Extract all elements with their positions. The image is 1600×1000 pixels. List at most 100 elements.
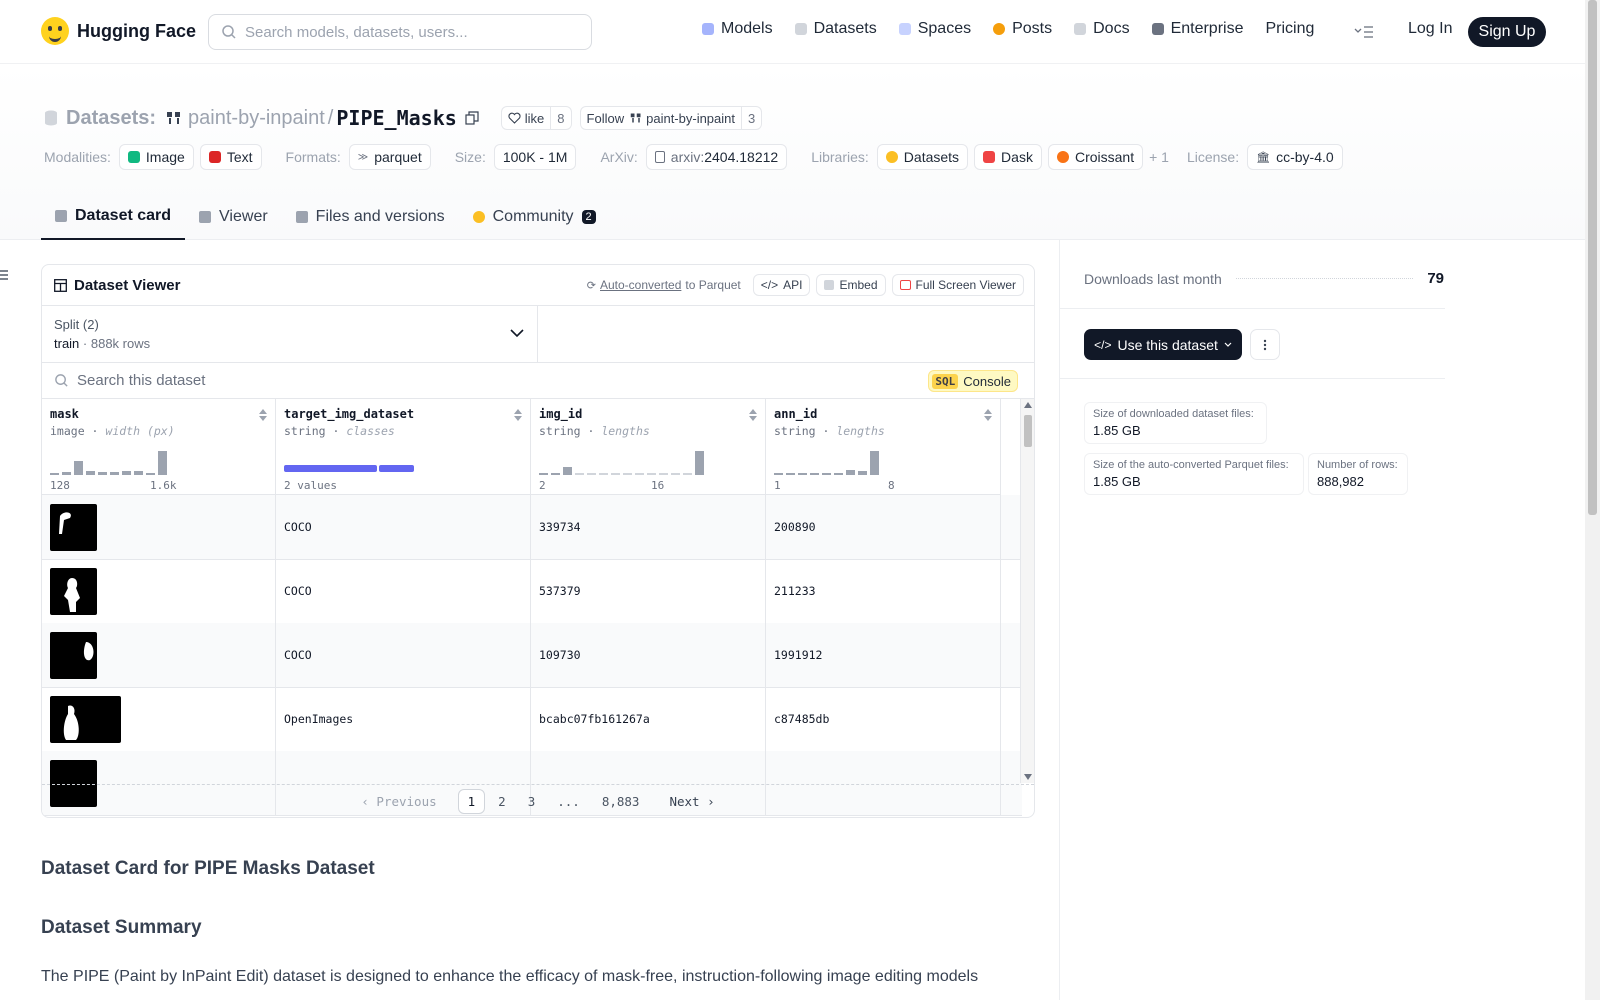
pager-next[interactable]: Next › <box>660 790 723 813</box>
nav-datasets[interactable]: Datasets <box>794 20 877 38</box>
histogram-bar[interactable] <box>50 473 59 475</box>
histogram-bar[interactable] <box>659 473 668 475</box>
sort-icon[interactable] <box>259 409 267 421</box>
histogram-bar[interactable] <box>146 473 155 475</box>
histogram-bar[interactable] <box>786 473 795 475</box>
histogram-bar[interactable] <box>122 471 131 475</box>
mask-thumbnail[interactable] <box>50 567 97 615</box>
dataset-name[interactable]: PIPE_Masks <box>336 106 456 130</box>
use-dataset-button[interactable]: </> Use this dataset <box>1084 329 1242 360</box>
split-selector[interactable]: Split (2) train · 888k rows <box>42 306 538 362</box>
cell-img-id[interactable]: bcabc07fb161267a <box>531 687 766 751</box>
histogram-bar[interactable] <box>671 473 680 475</box>
tag-lib-dask[interactable]: Dask <box>974 144 1042 170</box>
pager-page[interactable]: 1 <box>457 789 486 814</box>
tab-dataset-card[interactable]: Dataset card <box>41 194 186 240</box>
page-scrollbar[interactable] <box>1585 0 1600 1000</box>
global-search-input[interactable] <box>245 23 565 41</box>
scrollbar-thumb[interactable] <box>1024 415 1032 447</box>
signup-button[interactable]: Sign Up <box>1468 17 1546 47</box>
nav-enterprise[interactable]: Enterprise <box>1151 20 1243 38</box>
fullscreen-viewer-button[interactable]: Full Screen Viewer <box>891 274 1024 296</box>
tag-lib-croissant[interactable]: Croissant <box>1047 144 1144 170</box>
histogram-bar[interactable] <box>834 473 843 475</box>
mask-thumbnail[interactable] <box>50 503 97 551</box>
cell-img-id[interactable]: 537379 <box>531 559 766 623</box>
tab-files-and-versions[interactable]: Files and versions <box>282 194 459 240</box>
api-button[interactable]: </> API <box>752 274 811 296</box>
tag-license[interactable]: 🏛 cc-by-4.0 <box>1247 144 1343 170</box>
scroll-up-icon[interactable] <box>1024 402 1032 408</box>
tab-viewer[interactable]: Viewer <box>185 194 282 240</box>
histogram-bar[interactable] <box>647 473 656 475</box>
tag-size[interactable]: 100K - 1M <box>493 144 577 170</box>
like-button[interactable]: like 8 <box>500 106 572 130</box>
sort-icon[interactable] <box>984 409 992 421</box>
nav-models[interactable]: Models <box>702 20 773 38</box>
cell-img-id[interactable]: 339734 <box>531 495 766 559</box>
histogram-bar[interactable] <box>539 473 548 475</box>
histogram-bar[interactable] <box>86 471 95 475</box>
class-segment[interactable] <box>379 465 414 472</box>
cell-mask[interactable] <box>42 687 276 751</box>
sort-icon[interactable] <box>514 409 522 421</box>
hf-logo-link[interactable]: Hugging Face <box>41 17 196 45</box>
histogram-bar[interactable] <box>798 473 807 475</box>
embed-button[interactable]: Embed <box>816 274 886 296</box>
dataset-search-input[interactable] <box>77 372 777 389</box>
page-scrollbar-thumb[interactable] <box>1588 0 1597 515</box>
table-row[interactable]: COCO 339734 200890 <box>42 495 1022 560</box>
sort-icon[interactable] <box>749 409 757 421</box>
histogram-bar[interactable] <box>683 473 692 475</box>
cell-ann-id[interactable]: 211233 <box>766 559 1001 623</box>
histogram-bar[interactable] <box>575 473 584 475</box>
toc-toggle-icon[interactable] <box>0 268 10 282</box>
dataset-search[interactable]: SQLConsole <box>42 363 1034 399</box>
pager-previous[interactable]: ‹ Previous <box>352 790 445 813</box>
more-options-button[interactable] <box>1250 329 1280 360</box>
cell-mask[interactable] <box>42 559 276 623</box>
column-header-target-img-dataset[interactable]: target_img_dataset string · classes 2 valu… <box>276 399 531 495</box>
tag-arxiv[interactable]: arxiv:2404.18212 <box>645 144 788 170</box>
pager-page[interactable]: 2 <box>489 790 515 813</box>
table-row[interactable]: OpenImages bcabc07fb161267a c87485db <box>42 687 1022 752</box>
tag-parquet[interactable]: ≫ parquet <box>348 144 431 170</box>
pager-page[interactable]: 3 <box>519 790 545 813</box>
copy-icon[interactable] <box>465 111 479 125</box>
nav-spaces[interactable]: Spaces <box>898 20 971 38</box>
histogram-bar[interactable] <box>74 461 83 475</box>
nav-pricing[interactable]: Pricing <box>1265 20 1314 38</box>
cell-target-img-dataset[interactable]: COCO <box>276 623 531 687</box>
histogram-bar[interactable] <box>870 451 879 475</box>
breadcrumb-section[interactable]: Datasets: <box>66 107 156 130</box>
scroll-down-icon[interactable] <box>1024 774 1032 780</box>
more-menu-icon[interactable] <box>1354 26 1374 38</box>
histogram-bar[interactable] <box>695 451 704 475</box>
cell-ann-id[interactable]: 1991912 <box>766 623 1001 687</box>
tag-image[interactable]: Image <box>118 144 194 170</box>
pager-page[interactable]: 8,883 <box>593 790 649 813</box>
libraries-more[interactable]: + 1 <box>1149 149 1169 165</box>
follow-button[interactable]: Follow paint-by-inpaint 3 <box>579 106 763 130</box>
breadcrumb-owner[interactable]: paint-by-inpaint <box>188 107 325 130</box>
histogram-bar[interactable] <box>551 473 560 475</box>
histogram-bar[interactable] <box>62 472 71 475</box>
histogram-bar[interactable] <box>858 471 867 475</box>
login-link[interactable]: Log In <box>1408 20 1452 38</box>
sql-console-button[interactable]: SQL Console <box>928 370 1018 392</box>
histogram-bar[interactable] <box>635 473 644 475</box>
tab-community[interactable]: Community 2 <box>459 194 610 240</box>
histogram-bar[interactable] <box>846 470 855 475</box>
histogram-bar[interactable] <box>587 473 596 475</box>
tag-lib-datasets[interactable]: Datasets <box>876 144 969 170</box>
column-header-ann-id[interactable]: ann_id string · lengths 1 8 <box>766 399 1001 495</box>
auto-converted-link[interactable]: Auto-converted <box>600 278 681 292</box>
table-scrollbar[interactable] <box>1020 399 1034 783</box>
histogram-bar[interactable] <box>599 473 608 475</box>
histogram-bar[interactable] <box>563 467 572 475</box>
mask-thumbnail[interactable] <box>50 631 97 679</box>
table-row[interactable]: COCO 109730 1991912 <box>42 623 1022 688</box>
column-header-img-id[interactable]: img_id string · lengths 2 16 <box>531 399 766 495</box>
mask-thumbnail[interactable] <box>50 695 121 743</box>
nav-docs[interactable]: Docs <box>1074 20 1130 38</box>
